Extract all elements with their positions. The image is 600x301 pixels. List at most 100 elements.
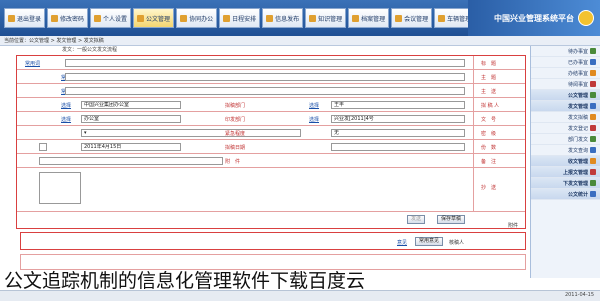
nav-label: 个人设置 <box>103 15 128 23</box>
megaphone-icon <box>266 14 274 22</box>
nav-megaphone[interactable]: 信息发布 <box>262 8 304 28</box>
key-icon <box>51 14 59 22</box>
dept-label: 拟稿部门 <box>225 103 246 109</box>
sidebar-item-dept[interactable]: 部门发文 <box>531 134 600 145</box>
attach-label: 附 件 <box>225 159 241 165</box>
sidebar-item-upload[interactable]: 上报文管理 <box>531 167 600 178</box>
form-row-date: 2011年4月15日 拟稿日期 份 数 <box>17 140 525 154</box>
document-form: 常用词 标 题 常用词 主 题 常用词 主 送 选择 中国兴业集团办公室 拟稿部… <box>16 55 526 229</box>
save-draft-button[interactable]: 保存草稿 <box>437 215 466 224</box>
top-header: 退出登录 修改密码 个人设置 公文管理 协同办公 日程安排 信息发布 知识管理 档案管理 会议管理… <box>0 0 600 36</box>
title-field[interactable] <box>65 59 465 67</box>
nav-collab[interactable]: 协同办公 <box>176 8 218 28</box>
cc-label: 抄 送 <box>481 185 497 191</box>
sidebar-item-read[interactable]: 待阅事宜 <box>531 79 600 90</box>
docno-select-link[interactable]: 选择 <box>309 116 319 123</box>
sidebar-item-label: 发文管理 <box>567 103 588 110</box>
sidebar-item-stats[interactable]: 公文统计 <box>531 189 600 200</box>
calendar-icon <box>223 14 231 22</box>
sidebar-item-receive[interactable]: 收文管理 <box>531 156 600 167</box>
collab-icon <box>180 14 188 22</box>
download-icon <box>590 180 596 186</box>
sidebar-item-search[interactable]: 发文查询 <box>531 145 600 156</box>
nav-meeting[interactable]: 会议管理 <box>391 8 433 28</box>
drafter-select-link[interactable]: 选择 <box>309 102 319 109</box>
dept-select-link[interactable]: 选择 <box>61 102 71 109</box>
brand-area: 中国兴业管理系统平台 <box>468 0 600 36</box>
attachment-field[interactable] <box>39 157 223 165</box>
form-row-docno: 选择 办公室 印发部门 选择 兴业发[2011]4号 文 号 <box>17 112 525 126</box>
date-label: 拟稿日期 <box>225 145 246 151</box>
secret-label: 密 级 <box>481 131 497 137</box>
status-date: 2011-04-15 <box>564 292 594 298</box>
inbox-icon <box>590 48 596 54</box>
app-window: 退出登录 修改密码 个人设置 公文管理 协同办公 日程安排 信息发布 知识管理 档案管理 会议管理… <box>0 0 600 301</box>
stats-icon <box>590 191 596 197</box>
dept-field[interactable]: 中国兴业集团办公室 <box>81 101 181 109</box>
sidebar-item-label: 已办事宜 <box>567 59 588 66</box>
sidebar-item-label: 待阅事宜 <box>567 81 588 88</box>
sidebar-item-folder[interactable]: 公文管理 <box>531 90 600 101</box>
sidebar-item-send[interactable]: 发文管理 <box>531 101 600 112</box>
book-icon <box>309 14 317 22</box>
subject-field[interactable] <box>65 73 465 81</box>
sidebar-item-label: 发文拟稿 <box>567 114 588 121</box>
review-opinion-box: 意见 常用意见 核稿人 <box>20 232 526 250</box>
drafter-label: 拟 稿 人 <box>481 103 500 109</box>
remark-label: 备 注 <box>481 159 497 165</box>
drafter-field[interactable]: 王丰 <box>331 101 465 109</box>
date-field[interactable]: 2011年4月15日 <box>81 143 181 151</box>
sidebar-item-inbox[interactable]: 待办事宜 <box>531 46 600 57</box>
form-row-buttons: 发送 保存草稿 <box>17 212 525 228</box>
meeting-icon <box>395 14 403 22</box>
register-icon <box>590 125 596 131</box>
cc-textarea[interactable] <box>39 172 81 204</box>
nav-person[interactable]: 个人设置 <box>90 8 132 28</box>
sidebar-item-label: 公文统计 <box>567 191 588 198</box>
sidebar-item-label: 待办事宜 <box>567 48 588 55</box>
form-divider <box>473 56 474 212</box>
form-row-drafter: 选择 中国兴业集团办公室 拟稿部门 选择 王丰 拟 稿 人 <box>17 98 525 112</box>
form-row-attach: 附 件 备 注 <box>17 154 525 168</box>
right-sidebar: 待办事宜已办事宜办结事宜待阅事宜公文管理发文管理发文拟稿发文登记部门发文 发文查询… <box>530 46 600 278</box>
common-opinion-button[interactable]: 常用意见 <box>415 237 444 246</box>
receive-icon <box>590 158 596 164</box>
copies-field[interactable] <box>331 143 465 151</box>
nav-document[interactable]: 公文管理 <box>133 8 175 28</box>
sidebar-item-register[interactable]: 发文登记 <box>531 123 600 134</box>
nav-label: 退出登录 <box>17 15 42 23</box>
nav-label: 会议管理 <box>404 15 429 23</box>
nav-book[interactable]: 知识管理 <box>305 8 347 28</box>
urgent-select[interactable]: ▾ <box>81 129 301 137</box>
secret-select[interactable]: 无 <box>331 129 465 137</box>
dept-icon <box>590 136 596 142</box>
docno-field[interactable]: 兴业发[2011]4号 <box>331 115 465 123</box>
nav-exit[interactable]: 退出登录 <box>4 8 46 28</box>
attachments-section-label: 附件 <box>508 223 519 229</box>
submit-button[interactable]: 发送 <box>407 215 426 224</box>
sidebar-item-done[interactable]: 办结事宜 <box>531 68 600 79</box>
form-row-secret: ▾ 紧急程度 无 密 级 <box>17 126 525 140</box>
person-icon <box>94 14 102 22</box>
opinion-link[interactable]: 意见 <box>397 239 407 246</box>
archive-icon <box>352 14 360 22</box>
nav-calendar[interactable]: 日程安排 <box>219 8 261 28</box>
sidebar-item-edit[interactable]: 发文拟稿 <box>531 112 600 123</box>
sender-field[interactable] <box>65 87 465 95</box>
title-common-words-link[interactable]: 常用词 <box>25 60 40 67</box>
date-picker-button[interactable] <box>39 143 47 151</box>
nav-label: 协同办公 <box>189 15 214 23</box>
sidebar-item-label: 下发文管理 <box>562 180 588 187</box>
sidebar-item-download[interactable]: 下发文管理 <box>531 178 600 189</box>
printdept-field[interactable]: 办公室 <box>81 115 181 123</box>
nav-key[interactable]: 修改密码 <box>47 8 89 28</box>
read-icon <box>590 81 596 87</box>
sidebar-item-label: 收文管理 <box>567 158 588 165</box>
send-icon <box>590 103 596 109</box>
folder-icon <box>590 92 596 98</box>
printdept-select-link[interactable]: 选择 <box>61 116 71 123</box>
nav-label: 信息发布 <box>275 15 300 23</box>
sidebar-item-check[interactable]: 已办事宜 <box>531 57 600 68</box>
nav-archive[interactable]: 档案管理 <box>348 8 390 28</box>
sidebar-item-label: 发文登记 <box>567 125 588 132</box>
